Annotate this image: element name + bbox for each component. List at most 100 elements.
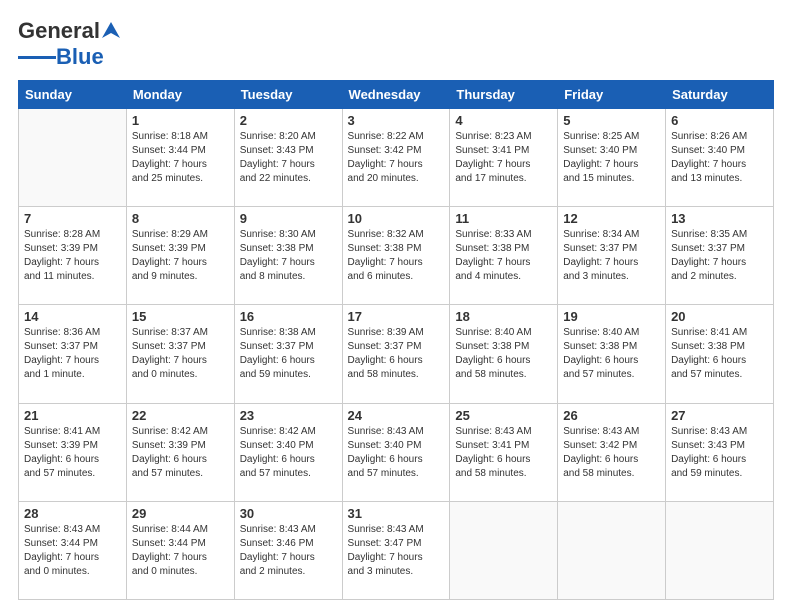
day-number: 18 [455,309,552,324]
calendar-cell: 3Sunrise: 8:22 AMSunset: 3:42 PMDaylight… [342,109,450,207]
day-info: Sunrise: 8:29 AMSunset: 3:39 PMDaylight:… [132,228,229,284]
day-number: 15 [132,309,229,324]
calendar-cell: 5 Sunrise: 8:25 AMSunset: 3:40 PMDaylight… [558,109,666,207]
day-number: 12 [563,211,660,226]
calendar-cell: 31 Sunrise: 8:43 AMSunset: 3:47 PMDayligh… [342,501,450,599]
day-info: Sunrise: 8:40 AMSunset: 3:38 PMDaylight:… [563,326,660,382]
col-header-monday: Monday [126,81,234,109]
calendar-cell: 28 Sunrise: 8:43 AMSunset: 3:44 PMDayligh… [19,501,127,599]
calendar-cell: 9 Sunrise: 8:30 AMSunset: 3:38 PMDaylight… [234,207,342,305]
day-info: Sunrise: 8:28 AMSunset: 3:39 PMDaylight:… [24,228,121,284]
day-number: 9 [240,211,337,226]
day-info: Sunrise: 8:40 AMSunset: 3:38 PMDaylight:… [455,326,552,382]
day-number: 17 [348,309,445,324]
calendar-cell: 30 Sunrise: 8:43 AMSunset: 3:46 PMDayligh… [234,501,342,599]
day-number: 30 [240,506,337,521]
day-number: 7 [24,211,121,226]
col-header-saturday: Saturday [666,81,774,109]
calendar-cell: 26 Sunrise: 8:43 AMSunset: 3:42 PMDayligh… [558,403,666,501]
day-number: 1 [132,113,229,128]
calendar-cell: 22 Sunrise: 8:42 AMSunset: 3:39 PMDayligh… [126,403,234,501]
calendar-cell: 16 Sunrise: 8:38 AMSunset: 3:37 PMDayligh… [234,305,342,403]
calendar-cell: 21 Sunrise: 8:41 AMSunset: 3:39 PMDayligh… [19,403,127,501]
day-number: 22 [132,408,229,423]
calendar-cell: 12 Sunrise: 8:34 AMSunset: 3:37 PMDayligh… [558,207,666,305]
calendar-cell: 18 Sunrise: 8:40 AMSunset: 3:38 PMDayligh… [450,305,558,403]
calendar-table: SundayMondayTuesdayWednesdayThursdayFrid… [18,80,774,600]
col-header-tuesday: Tuesday [234,81,342,109]
day-number: 27 [671,408,768,423]
calendar-cell: 23 Sunrise: 8:42 AMSunset: 3:40 PMDayligh… [234,403,342,501]
day-number: 29 [132,506,229,521]
day-number: 28 [24,506,121,521]
calendar-cell [558,501,666,599]
day-number: 11 [455,211,552,226]
col-header-thursday: Thursday [450,81,558,109]
day-number: 14 [24,309,121,324]
day-number: 31 [348,506,445,521]
day-number: 24 [348,408,445,423]
calendar-cell [19,109,127,207]
calendar-cell: 10Sunrise: 8:32 AMSunset: 3:38 PMDayligh… [342,207,450,305]
day-info: Sunrise: 8:36 AMSunset: 3:37 PMDaylight:… [24,326,121,382]
calendar-cell: 13 Sunrise: 8:35 AMSunset: 3:37 PMDayligh… [666,207,774,305]
calendar-cell [666,501,774,599]
day-number: 16 [240,309,337,324]
day-number: 2 [240,113,337,128]
day-number: 20 [671,309,768,324]
day-info: Sunrise: 8:33 AMSunset: 3:38 PMDaylight:… [455,228,552,284]
day-number: 23 [240,408,337,423]
day-number: 4 [455,113,552,128]
day-info: Sunrise: 8:42 AMSunset: 3:39 PMDaylight:… [132,425,229,481]
day-info: Sunrise: 8:38 AMSunset: 3:37 PMDaylight:… [240,326,337,382]
calendar-cell: 27 Sunrise: 8:43 AMSunset: 3:43 PMDayligh… [666,403,774,501]
day-info: Sunrise: 8:43 AMSunset: 3:41 PMDaylight:… [455,425,552,481]
page: General Blue SundayMondayTuesdayWednesda… [0,0,792,612]
day-info: Sunrise: 8:43 AMSunset: 3:44 PMDaylight:… [24,523,121,579]
day-info: Sunrise: 8:41 AMSunset: 3:39 PMDaylight:… [24,425,121,481]
logo-general: General [18,18,100,44]
calendar-cell [450,501,558,599]
day-info: Sunrise: 8:25 AMSunset: 3:40 PMDaylight:… [563,130,660,186]
calendar-cell: 24 Sunrise: 8:43 AMSunset: 3:40 PMDayligh… [342,403,450,501]
calendar-cell: 11 Sunrise: 8:33 AMSunset: 3:38 PMDayligh… [450,207,558,305]
logo-blue: Blue [56,44,104,70]
calendar-cell: 19 Sunrise: 8:40 AMSunset: 3:38 PMDayligh… [558,305,666,403]
day-info: Sunrise: 8:37 AMSunset: 3:37 PMDaylight:… [132,326,229,382]
day-info: Sunrise: 8:18 AMSunset: 3:44 PMDaylight:… [132,130,229,186]
day-info: Sunrise: 8:23 AMSunset: 3:41 PMDaylight:… [455,130,552,186]
day-number: 5 [563,113,660,128]
day-info: Sunrise: 8:42 AMSunset: 3:40 PMDaylight:… [240,425,337,481]
calendar-cell: 29 Sunrise: 8:44 AMSunset: 3:44 PMDayligh… [126,501,234,599]
calendar-cell: 14 Sunrise: 8:36 AMSunset: 3:37 PMDayligh… [19,305,127,403]
calendar-cell: 6Sunrise: 8:26 AMSunset: 3:40 PMDaylight… [666,109,774,207]
day-number: 13 [671,211,768,226]
day-number: 21 [24,408,121,423]
day-number: 6 [671,113,768,128]
calendar-cell: 25 Sunrise: 8:43 AMSunset: 3:41 PMDayligh… [450,403,558,501]
day-number: 8 [132,211,229,226]
day-info: Sunrise: 8:43 AMSunset: 3:42 PMDaylight:… [563,425,660,481]
day-info: Sunrise: 8:43 AMSunset: 3:47 PMDaylight:… [348,523,445,579]
logo: General Blue [18,18,122,70]
day-info: Sunrise: 8:32 AMSunset: 3:38 PMDaylight:… [348,228,445,284]
logo-bird-icon [100,20,122,42]
day-info: Sunrise: 8:39 AMSunset: 3:37 PMDaylight:… [348,326,445,382]
day-info: Sunrise: 8:43 AMSunset: 3:46 PMDaylight:… [240,523,337,579]
calendar-cell: 7 Sunrise: 8:28 AMSunset: 3:39 PMDaylight… [19,207,127,305]
day-info: Sunrise: 8:43 AMSunset: 3:43 PMDaylight:… [671,425,768,481]
day-info: Sunrise: 8:43 AMSunset: 3:40 PMDaylight:… [348,425,445,481]
day-number: 19 [563,309,660,324]
day-info: Sunrise: 8:35 AMSunset: 3:37 PMDaylight:… [671,228,768,284]
day-info: Sunrise: 8:44 AMSunset: 3:44 PMDaylight:… [132,523,229,579]
calendar-cell: 4 Sunrise: 8:23 AMSunset: 3:41 PMDaylight… [450,109,558,207]
day-number: 25 [455,408,552,423]
day-info: Sunrise: 8:22 AMSunset: 3:42 PMDaylight:… [348,130,445,186]
header: General Blue [18,18,774,70]
day-info: Sunrise: 8:34 AMSunset: 3:37 PMDaylight:… [563,228,660,284]
calendar-cell: 20Sunrise: 8:41 AMSunset: 3:38 PMDayligh… [666,305,774,403]
calendar-cell: 8 Sunrise: 8:29 AMSunset: 3:39 PMDaylight… [126,207,234,305]
day-number: 26 [563,408,660,423]
calendar-cell: 2Sunrise: 8:20 AMSunset: 3:43 PMDaylight… [234,109,342,207]
day-info: Sunrise: 8:30 AMSunset: 3:38 PMDaylight:… [240,228,337,284]
